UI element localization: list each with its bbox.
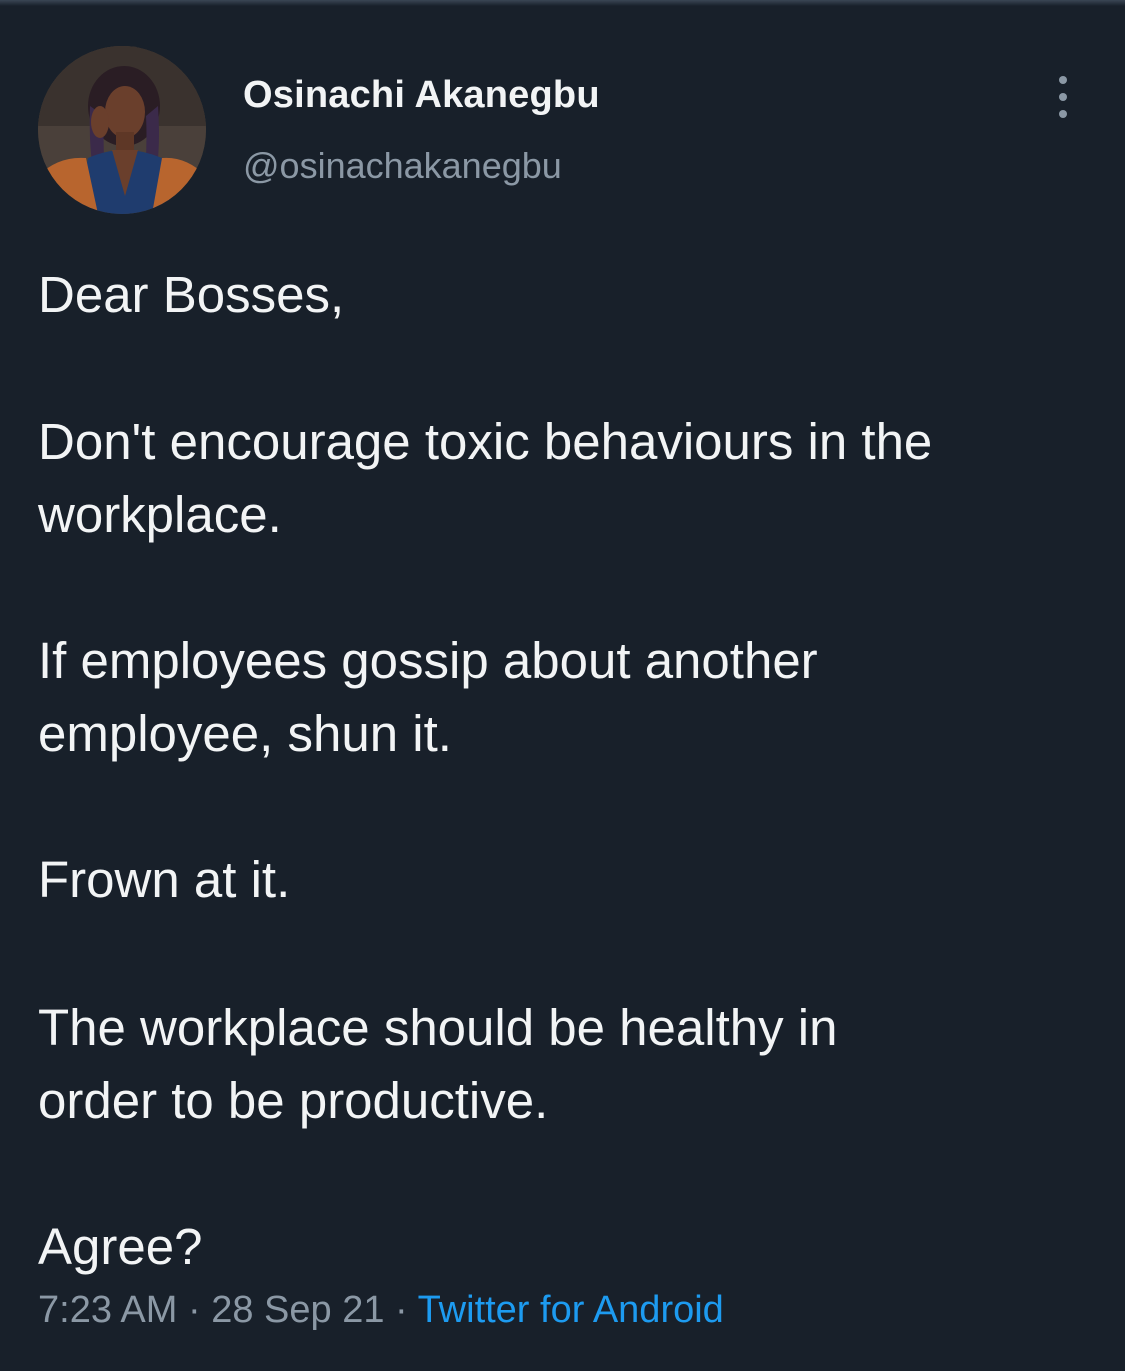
tweet-paragraph: Don't encourage toxic behaviours in the … [38,405,932,551]
more-dot [1059,76,1067,84]
tweet-time[interactable]: 7:23 AM [38,1289,177,1331]
tweet-source-link[interactable]: Twitter for Android [418,1289,724,1331]
tweet-line: Dear Bosses, [38,266,345,323]
meta-separator: · [177,1289,212,1331]
author-display-name[interactable]: Osinachi Akanegbu [243,74,600,117]
more-options-button[interactable] [1046,76,1080,118]
tweet-paragraph: The workplace should be healthy in order… [38,991,838,1137]
more-dot [1059,110,1067,118]
tweet-line: employee, shun it. [38,705,452,762]
tweet-line: Don't encourage toxic behaviours in the [38,413,933,470]
tweet-line: Agree? [38,1218,203,1275]
more-dot [1059,93,1067,101]
tweet-paragraph: Dear Bosses, [38,258,344,331]
tweet-meta: 7:23 AM · 28 Sep 21 · Twitter for Androi… [38,1289,724,1332]
tweet-paragraph: If employees gossip about another employ… [38,624,818,770]
top-edge-divider [0,0,1125,6]
tweet-line: If employees gossip about another [38,632,818,689]
tweet-line: The workplace should be healthy in [38,999,838,1056]
tweet-date[interactable]: 28 Sep 21 [211,1289,384,1331]
tweet-paragraph: Frown at it. [38,843,290,916]
author-handle[interactable]: @osinachakanegbu [243,145,562,187]
avatar-portrait-image [38,46,206,214]
tweet-line: order to be productive. [38,1072,549,1129]
tweet-line: workplace. [38,486,282,543]
tweet-paragraph: Agree? [38,1210,202,1283]
tweet-line: Frown at it. [38,851,291,908]
avatar[interactable] [38,46,206,214]
meta-separator: · [384,1289,418,1331]
